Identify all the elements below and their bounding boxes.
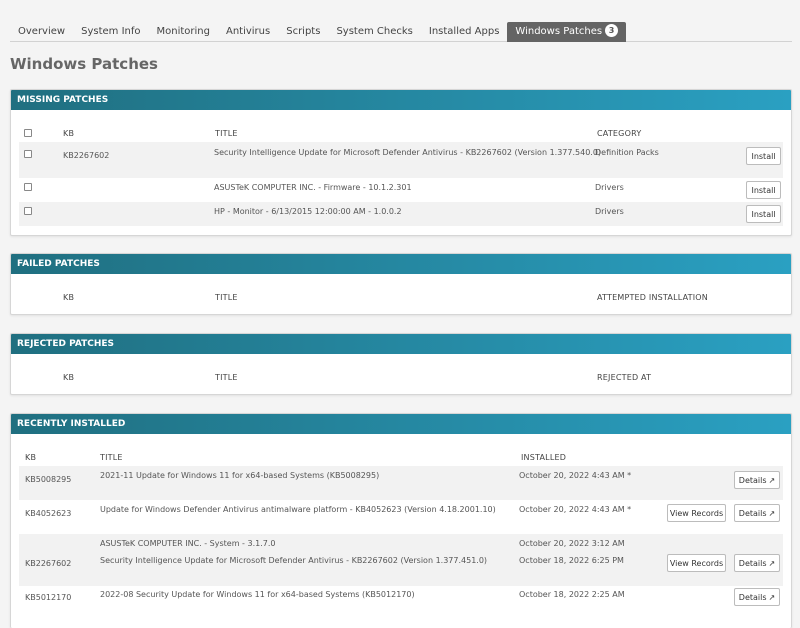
kb-cell: KB5008295 [25,475,72,484]
title-cell: Security Intelligence Update for Microso… [214,148,602,157]
tab-antivirus[interactable]: Antivirus [218,22,278,42]
external-link-icon: ↗ [768,592,776,602]
row-checkbox[interactable] [24,207,32,215]
installed-date-cell: October 18, 2022 2:25 AM [519,590,625,599]
row-checkbox[interactable] [24,150,32,158]
missing-patches-panel: MISSING PATCHES KB TITLE CATEGORY KB2267… [10,89,792,236]
column-header-title: TITLE [215,293,238,302]
select-all-checkbox[interactable] [24,129,32,137]
tab-installed-apps[interactable]: Installed Apps [421,22,508,42]
panel-header: REJECTED PATCHES [11,334,791,354]
title-cell: Update for Windows Defender Antivirus an… [100,505,496,514]
tab-system-info[interactable]: System Info [73,22,148,42]
column-header-kb: KB [63,373,75,382]
details-button[interactable]: Details ↗ [734,504,780,522]
installed-date-cell: October 20, 2022 3:12 AM [519,539,625,548]
details-label: Details [738,508,767,518]
details-button[interactable]: Details ↗ [734,554,780,572]
category-cell: Drivers [595,207,624,216]
details-button[interactable]: Details ↗ [734,588,780,606]
failed-patches-panel: FAILED PATCHES KB TITLE ATTEMPTED INSTAL… [10,253,792,315]
tab-monitoring[interactable]: Monitoring [149,22,218,42]
column-header-rejected-at: REJECTED AT [597,373,652,382]
installed-date-cell: October 20, 2022 4:43 AM * [519,505,632,514]
rejected-patches-panel: REJECTED PATCHES KB TITLE REJECTED AT [10,333,792,395]
kb-cell: KB5012170 [25,593,72,602]
row-checkbox[interactable] [24,183,32,191]
page-title: Windows Patches [10,55,158,73]
tab-label: Windows Patches [515,26,603,37]
tab-windows-patches[interactable]: Windows Patches 3 [507,22,627,42]
column-header-category: CATEGORY [597,129,642,138]
view-records-button[interactable]: View Records [667,554,726,572]
install-button[interactable]: Install [746,147,781,165]
details-label: Details [738,558,767,568]
tab-scripts[interactable]: Scripts [278,22,328,42]
panel-header: FAILED PATCHES [11,254,791,274]
tab-bar: Overview System Info Monitoring Antiviru… [10,22,792,42]
install-button[interactable]: Install [746,181,781,199]
title-cell: Security Intelligence Update for Microso… [100,556,488,565]
view-records-button[interactable]: View Records [667,504,726,522]
column-header-title: TITLE [215,373,238,382]
kb-cell: KB4052623 [25,509,72,518]
external-link-icon: ↗ [768,508,776,518]
details-label: Details [738,592,767,602]
panel-header: MISSING PATCHES [11,90,791,110]
column-header-title: TITLE [100,453,123,462]
category-cell: Definition Packs [595,148,659,157]
title-cell: ASUSTeK COMPUTER INC. - Firmware - 10.1.… [214,183,412,192]
column-header-title: TITLE [215,129,238,138]
external-link-icon: ↗ [768,475,776,485]
recently-installed-panel: RECENTLY INSTALLED KB TITLE INSTALLED KB… [10,413,792,628]
external-link-icon: ↗ [768,558,776,568]
patch-count-badge: 3 [605,24,619,37]
install-button[interactable]: Install [746,205,781,223]
column-header-kb: KB [63,129,75,138]
kb-cell: KB2267602 [25,559,72,568]
title-cell: HP - Monitor - 6/13/2015 12:00:00 AM - 1… [214,207,402,216]
installed-date-cell: October 20, 2022 4:43 AM * [519,471,632,480]
tab-system-checks[interactable]: System Checks [328,22,420,42]
details-label: Details [738,475,767,485]
title-cell: 2022-08 Security Update for Windows 11 f… [100,590,415,599]
column-header-installed: INSTALLED [521,453,567,462]
panel-header: RECENTLY INSTALLED [11,414,791,434]
details-button[interactable]: Details ↗ [734,471,780,489]
column-header-kb: KB [63,293,75,302]
title-cell: 2021-11 Update for Windows 11 for x64-ba… [100,471,380,480]
column-header-attempted-installation: ATTEMPTED INSTALLATION [597,293,708,302]
tab-overview[interactable]: Overview [10,22,73,42]
title-cell: ASUSTeK COMPUTER INC. - System - 3.1.7.0 [100,539,276,548]
column-header-kb: KB [25,453,37,462]
installed-date-cell: October 18, 2022 6:25 PM [519,556,624,565]
kb-cell: KB2267602 [63,151,110,160]
category-cell: Drivers [595,183,624,192]
